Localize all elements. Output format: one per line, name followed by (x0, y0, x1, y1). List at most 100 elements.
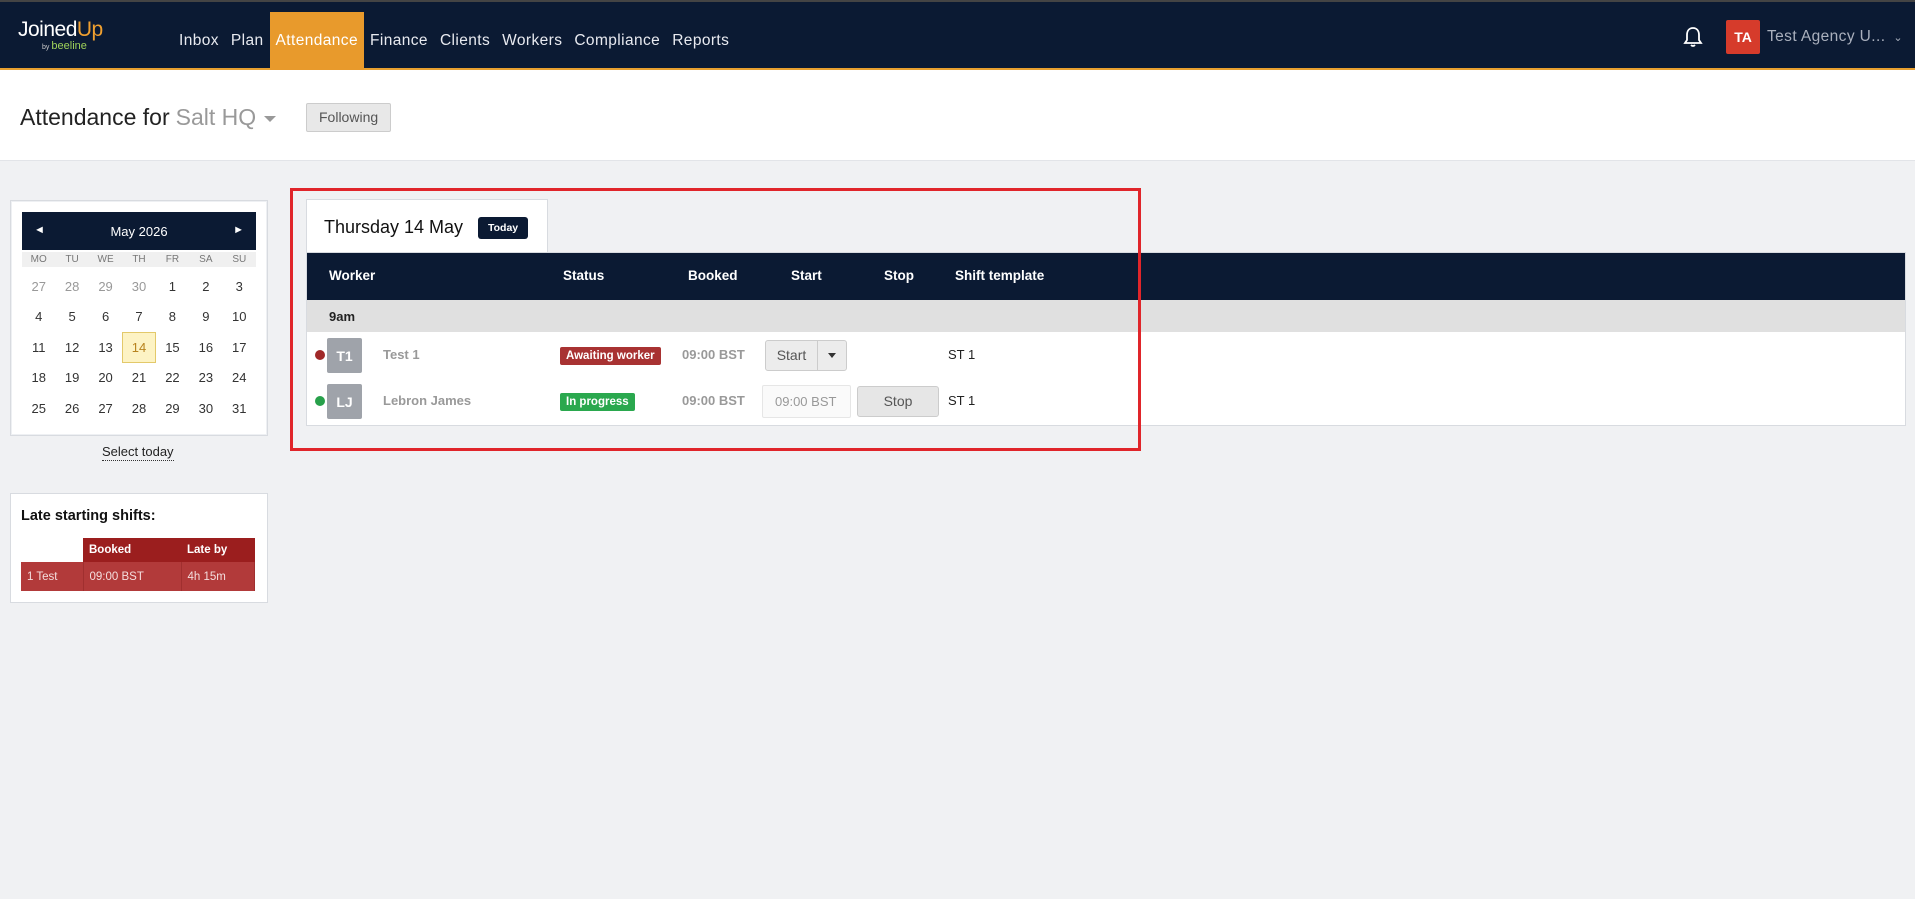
calendar-widget: ◄ May 2026 ► MO TU WE TH FR SA SU 27 28 29 30 1 2 3 4… (10, 200, 268, 436)
calendar-header: ◄ May 2026 ► (22, 212, 256, 250)
nav-plan[interactable]: Plan (225, 12, 270, 70)
worker-avatar: LJ (327, 384, 362, 419)
late-header-worker (21, 538, 83, 562)
start-time-input[interactable]: 09:00 BST (762, 385, 851, 418)
calendar-day[interactable]: 29 (89, 271, 122, 302)
calendar-day[interactable]: 20 (89, 363, 122, 394)
calendar-day[interactable]: 9 (189, 302, 222, 333)
calendar-day[interactable]: 13 (89, 332, 122, 363)
next-month-icon[interactable]: ► (233, 224, 244, 236)
calendar-day[interactable]: 3 (223, 271, 256, 302)
calendar-day[interactable]: 30 (189, 393, 222, 424)
caret-down-icon (828, 353, 836, 358)
booked-time: 09:00 BST (682, 347, 745, 362)
nav-workers[interactable]: Workers (496, 12, 568, 70)
calendar-day[interactable]: 14 (122, 332, 156, 363)
calendar-day[interactable]: 2 (189, 271, 222, 302)
calendar-day[interactable]: 16 (189, 332, 222, 363)
nav-attendance[interactable]: Attendance (269, 12, 364, 70)
worker-name[interactable]: Test 1 (383, 347, 420, 362)
calendar-day[interactable]: 26 (55, 393, 88, 424)
calendar-day[interactable]: 12 (55, 332, 88, 363)
calendar-month-label: May 2026 (110, 224, 168, 239)
status-dot-icon (315, 396, 325, 406)
calendar-day[interactable]: 28 (122, 393, 155, 424)
time-group-label: 9am (329, 309, 356, 324)
late-header-late-by: Late by (181, 538, 255, 562)
calendar-day[interactable]: 31 (223, 393, 256, 424)
calendar-day[interactable]: 23 (189, 363, 222, 394)
joinedup-logo[interactable]: JoinedUp by beeline (18, 18, 103, 52)
logo-text-beeline: beeline (51, 40, 87, 52)
calendar-day[interactable]: 25 (22, 393, 55, 424)
start-split-button: Start (765, 340, 847, 371)
table-row[interactable]: 1 Test 09:00 BST 4h 15m (21, 562, 255, 591)
calendar-day[interactable]: 29 (156, 393, 189, 424)
calendar-day[interactable]: 19 (55, 363, 88, 394)
calendar-day[interactable]: 27 (89, 393, 122, 424)
calendar-day[interactable]: 30 (122, 271, 155, 302)
start-options-dropdown[interactable] (818, 341, 846, 370)
shift-template: ST 1 (948, 393, 976, 408)
start-button[interactable]: Start (766, 341, 818, 370)
calendar-day[interactable]: 15 (156, 332, 189, 363)
user-avatar: TA (1726, 20, 1760, 54)
col-worker: Worker (329, 268, 376, 283)
status-badge: Awaiting worker (560, 347, 661, 365)
shift-table-header: Worker Status Booked Start Stop Shift te… (307, 253, 1905, 300)
calendar-day[interactable]: 1 (156, 271, 189, 302)
late-shifts-title: Late starting shifts: (21, 508, 156, 524)
following-button[interactable]: Following (306, 103, 392, 132)
today-button[interactable]: Today (478, 217, 529, 239)
worker-name[interactable]: Lebron James (383, 393, 471, 408)
col-start: Start (791, 268, 822, 283)
calendar-day[interactable]: 21 (122, 363, 155, 394)
calendar-day[interactable]: 28 (55, 271, 88, 302)
calendar-day[interactable]: 24 (223, 363, 256, 394)
calendar-day[interactable]: 8 (156, 302, 189, 333)
late-cell-booked: 09:00 BST (83, 562, 182, 591)
site-caret-down-icon[interactable] (264, 115, 277, 122)
weekday-label: WE (97, 254, 114, 265)
late-cell-late-by: 4h 15m (181, 562, 255, 591)
title-prefix: Attendance for (20, 104, 170, 130)
day-title: Thursday 14 May (324, 217, 464, 237)
late-shifts-panel: Late starting shifts: Booked Late by 1 T… (10, 493, 268, 603)
calendar-day[interactable]: 5 (55, 302, 88, 333)
weekday-label: SA (199, 254, 213, 265)
time-group-row: 9am (307, 300, 1905, 332)
nav-inbox[interactable]: Inbox (173, 12, 225, 70)
table-row[interactable]: LJ Lebron James In progress 09:00 BST 09… (307, 378, 1905, 424)
notifications-bell-icon[interactable] (1683, 26, 1703, 48)
col-booked: Booked (688, 268, 738, 283)
calendar-day[interactable]: 6 (89, 302, 122, 333)
select-today-link[interactable]: Select today (102, 444, 174, 461)
nav-clients[interactable]: Clients (434, 12, 496, 70)
top-nav-bar: JoinedUp by beeline Inbox Plan Attendance… (0, 0, 1915, 70)
late-header-booked: Booked (83, 538, 181, 562)
calendar-day[interactable]: 7 (122, 302, 155, 333)
user-menu[interactable]: TA Test Agency U... ⌄ (1726, 20, 1903, 54)
col-shift-template: Shift template (955, 268, 1045, 283)
logo-text-joined: Joined (18, 18, 77, 41)
calendar-days: 27 28 29 30 1 2 3 4 5 6 7 8 9 10 11 12 13 14 15 16 17 18 19 20 2… (22, 271, 256, 424)
stop-button[interactable]: Stop (857, 386, 939, 417)
nav-finance[interactable]: Finance (364, 12, 434, 70)
calendar-day[interactable]: 22 (156, 363, 189, 394)
calendar-day[interactable]: 11 (22, 332, 55, 363)
table-row[interactable]: T1 Test 1 Awaiting worker 09:00 BST Star… (307, 332, 1905, 378)
calendar-day[interactable]: 10 (223, 302, 256, 333)
calendar-day[interactable]: 17 (223, 332, 256, 363)
weekday-label: FR (165, 254, 180, 265)
calendar-day[interactable]: 18 (22, 363, 55, 394)
status-badge: In progress (560, 393, 635, 411)
worker-avatar: T1 (327, 338, 362, 373)
col-status: Status (563, 268, 605, 283)
nav-compliance[interactable]: Compliance (568, 12, 666, 70)
late-shifts-table: Booked Late by 1 Test 09:00 BST 4h 15m (21, 538, 255, 591)
calendar-day[interactable]: 27 (22, 271, 55, 302)
calendar-day[interactable]: 4 (22, 302, 55, 333)
nav-reports[interactable]: Reports (666, 12, 735, 70)
page-header: Attendance for Salt HQ Following (0, 70, 1915, 161)
site-selector[interactable]: Salt HQ (176, 104, 257, 130)
